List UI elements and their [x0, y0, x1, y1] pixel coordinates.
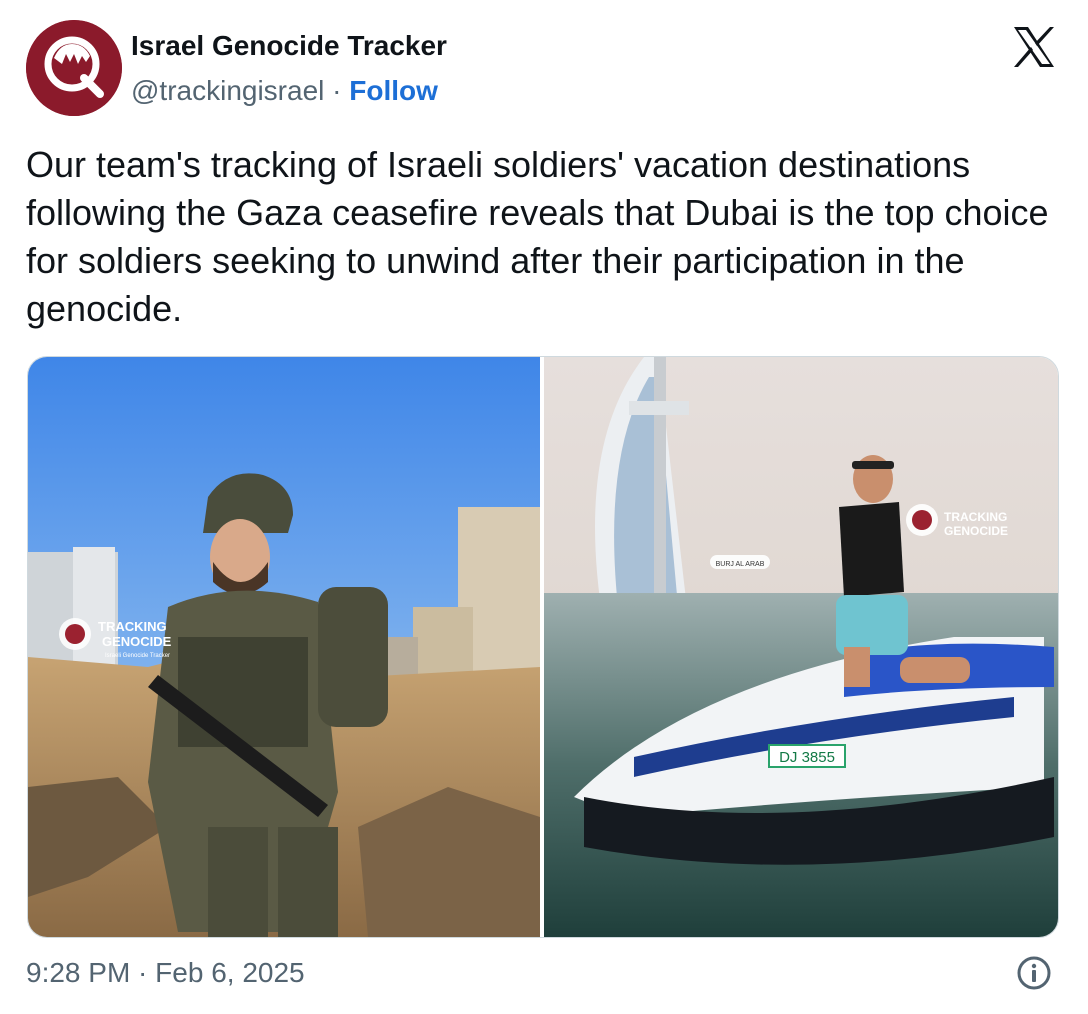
- watermark-line2-right: GENOCIDE: [944, 524, 1008, 538]
- watermark-line1-right: TRACKING: [944, 510, 1007, 524]
- media-grid: TRACKING GENOCIDE Israeli Genocide Track…: [27, 356, 1059, 938]
- watermark-line1: TRACKING: [98, 619, 167, 634]
- timestamp-separator: ·: [130, 957, 156, 988]
- q-logo-icon: [26, 20, 122, 116]
- time: 9:28 PM: [26, 957, 131, 988]
- avatar[interactable]: [26, 20, 122, 116]
- watermark-line2: GENOCIDE: [102, 634, 172, 649]
- timestamp[interactable]: 9:28 PM · Feb 6, 2025: [26, 957, 305, 989]
- handle-row: @trackingisrael · Follow: [131, 75, 438, 107]
- author-name[interactable]: Israel Genocide Tracker: [131, 30, 447, 62]
- watermark-line3: Israeli Genocide Tracker: [105, 653, 170, 659]
- author-handle[interactable]: @trackingisrael: [131, 75, 324, 106]
- tweet-header: Israel Genocide Tracker @trackingisrael …: [26, 20, 1062, 116]
- tweet-text: Our team's tracking of Israeli soldiers'…: [26, 144, 1049, 329]
- photo-jetski[interactable]: DJ 3855 TRACKING GENOCIDE BURJ AL ARAB: [544, 357, 1058, 937]
- location-tag: BURJ AL ARAB: [716, 561, 765, 568]
- info-icon[interactable]: [1016, 955, 1052, 991]
- x-logo-icon[interactable]: [1012, 26, 1056, 68]
- plate-number: DJ 3855: [779, 749, 835, 766]
- date: Feb 6, 2025: [155, 957, 305, 988]
- follow-button[interactable]: Follow: [349, 75, 438, 106]
- handle-separator: ·: [324, 75, 350, 106]
- photo-soldier[interactable]: TRACKING GENOCIDE Israeli Genocide Track…: [28, 357, 540, 937]
